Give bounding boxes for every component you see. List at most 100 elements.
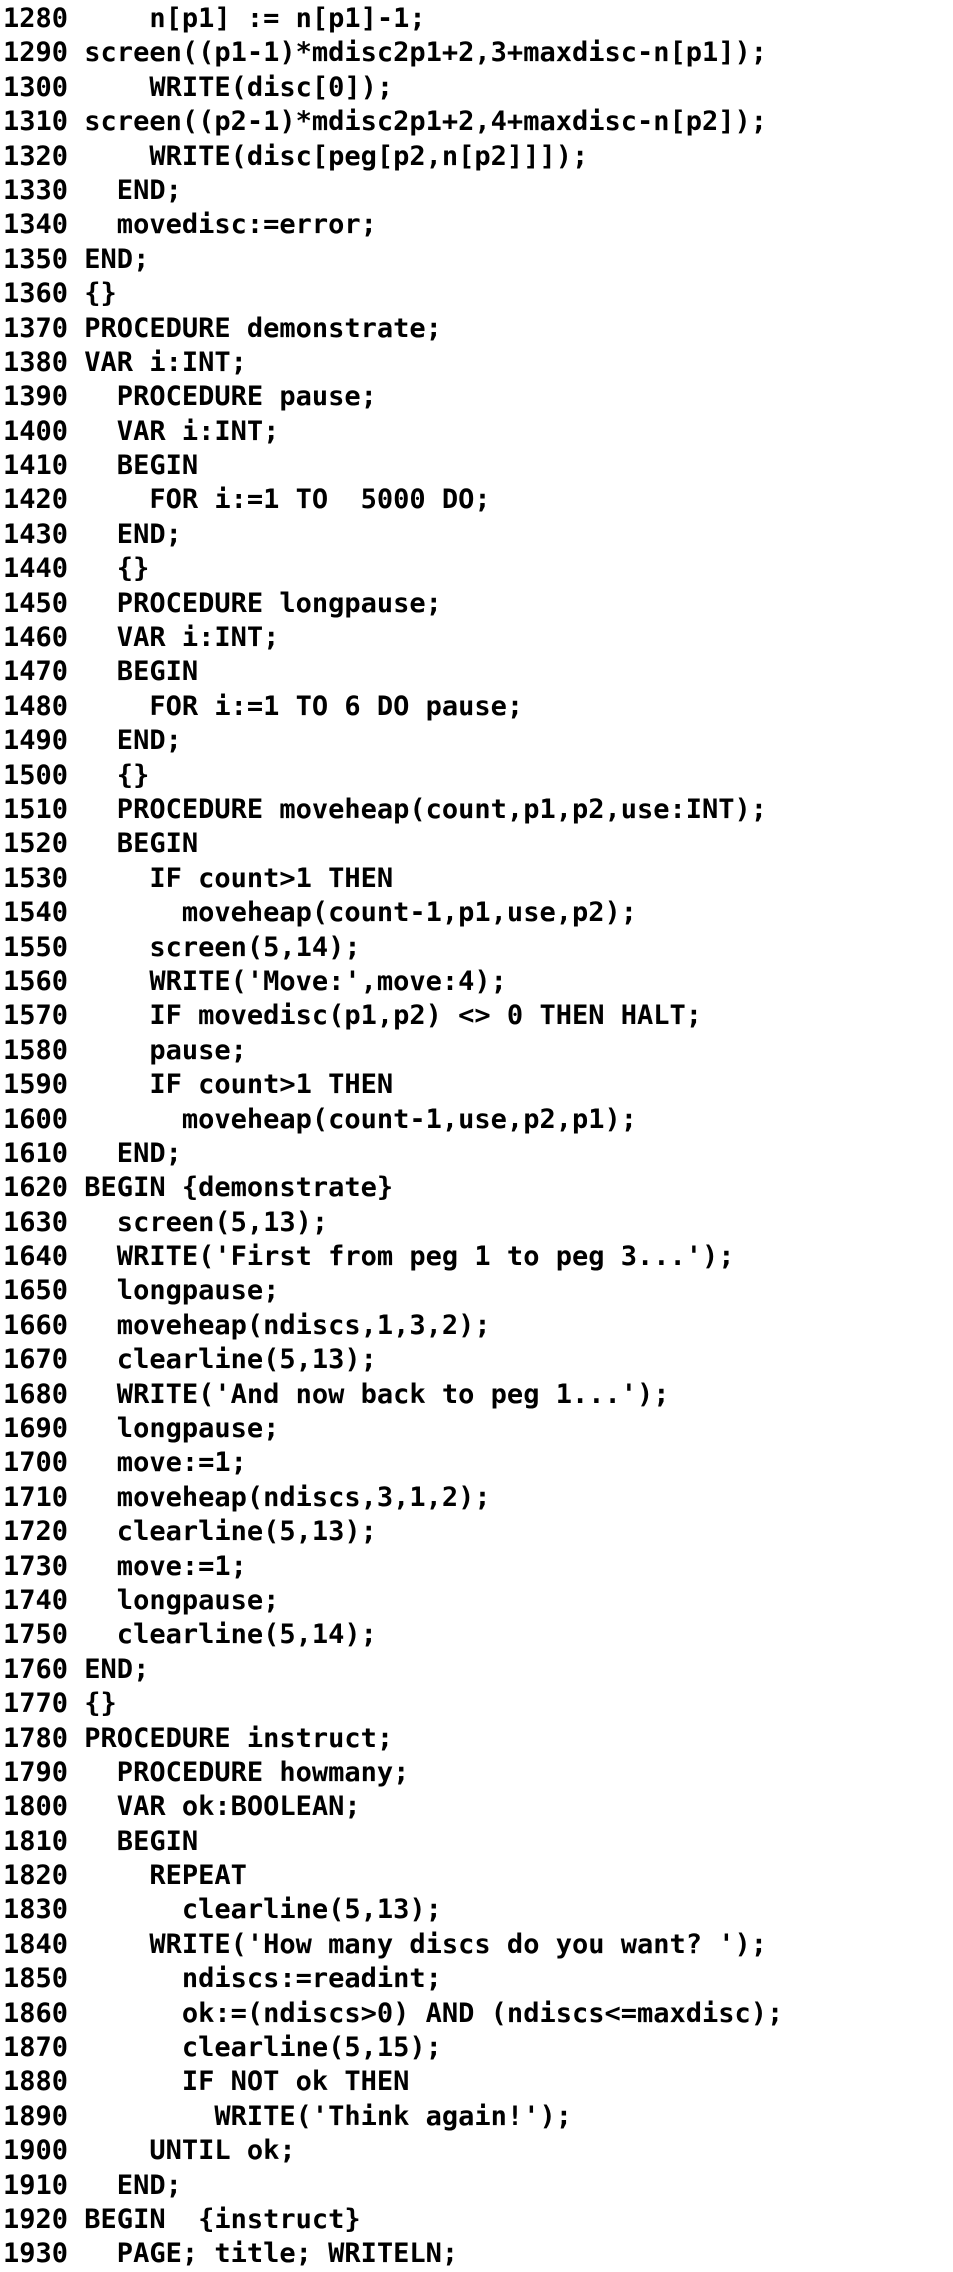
line-number: 1540 — [3, 897, 69, 929]
code-text: PROCEDURE pause; — [84, 381, 377, 413]
code-line: 1500 {} — [3, 759, 783, 793]
line-number: 1900 — [3, 2135, 69, 2167]
line-number: 1890 — [3, 2100, 69, 2132]
code-line: 1730 move:=1; — [3, 1550, 783, 1584]
code-text: longpause; — [84, 1584, 280, 1616]
code-text: longpause; — [84, 1413, 280, 1445]
line-number: 1310 — [3, 106, 69, 138]
code-text: END; — [84, 725, 182, 757]
code-line: 1490 END; — [3, 724, 783, 758]
code-line: 1460 VAR i:INT; — [3, 621, 783, 655]
line-number: 1680 — [3, 1378, 69, 1410]
code-line: 1740 longpause; — [3, 1584, 783, 1618]
code-line: 1450 PROCEDURE longpause; — [3, 587, 783, 621]
code-text: moveheap(ndiscs,3,1,2); — [84, 1481, 491, 1513]
code-line: 1710 moveheap(ndiscs,3,1,2); — [3, 1481, 783, 1515]
line-number: 1930 — [3, 2238, 69, 2270]
code-line: 1790 PROCEDURE howmany; — [3, 1756, 783, 1790]
code-line: 1860 ok:=(ndiscs>0) AND (ndiscs<=maxdisc… — [3, 1997, 783, 2031]
code-text: longpause; — [84, 1275, 280, 1307]
code-text: screen((p1-1)*mdisc2p1+2,3+maxdisc-n[p1]… — [84, 37, 768, 69]
code-text: screen((p2-1)*mdisc2p1+2,4+maxdisc-n[p2]… — [84, 106, 768, 138]
line-number: 1730 — [3, 1550, 69, 1582]
code-line: 1340 movedisc:=error; — [3, 208, 783, 242]
code-text: REPEAT — [84, 1860, 247, 1892]
code-line: 1720 clearline(5,13); — [3, 1515, 783, 1549]
listing-page: 1280 n[p1] := n[p1]-1; 1290 screen((p1-1)… — [0, 0, 953, 2269]
line-number: 1820 — [3, 1860, 69, 1892]
line-number: 1530 — [3, 862, 69, 894]
code-text: END; — [84, 174, 182, 206]
code-line: 1700 move:=1; — [3, 1446, 783, 1480]
line-number: 1620 — [3, 1172, 69, 1204]
code-line: 1580 pause; — [3, 1034, 783, 1068]
code-line: 1880 IF NOT ok THEN — [3, 2065, 783, 2099]
line-number: 1670 — [3, 1344, 69, 1376]
code-text: {} — [84, 759, 150, 791]
line-number: 1780 — [3, 1722, 69, 1754]
code-text: VAR i:INT; — [84, 415, 280, 447]
line-number: 1550 — [3, 931, 69, 963]
code-line: 1750 clearline(5,14); — [3, 1618, 783, 1652]
line-number: 1700 — [3, 1447, 69, 1479]
code-text: PROCEDURE moveheap(count,p1,p2,use:INT); — [84, 793, 768, 825]
line-number: 1750 — [3, 1619, 69, 1651]
line-number: 1840 — [3, 1928, 69, 1960]
code-text: move:=1; — [84, 1550, 247, 1582]
line-number: 1280 — [3, 3, 69, 34]
code-line: 1320 WRITE(disc[peg[p2,n[p2]]]); — [3, 140, 783, 174]
line-number: 1710 — [3, 1481, 69, 1513]
code-text: BEGIN — [84, 450, 199, 482]
code-text: PAGE; title; WRITELN; — [84, 2238, 459, 2270]
code-text: PROCEDURE howmany; — [84, 1756, 410, 1788]
code-text: ok:=(ndiscs>0) AND (ndiscs<=maxdisc); — [84, 1997, 784, 2029]
code-line: 1670 clearline(5,13); — [3, 1343, 783, 1377]
line-number: 1380 — [3, 346, 69, 378]
code-text: moveheap(ndiscs,1,3,2); — [84, 1309, 491, 1341]
code-line: 1380 VAR i:INT; — [3, 346, 783, 380]
line-number: 1740 — [3, 1584, 69, 1616]
code-line: 1360 {} — [3, 277, 783, 311]
code-text: WRITE('Think again!'); — [84, 2100, 572, 2132]
code-line: 1680 WRITE('And now back to peg 1...'); — [3, 1378, 783, 1412]
code-line: 1310 screen((p2-1)*mdisc2p1+2,4+maxdisc-… — [3, 105, 783, 139]
code-text: moveheap(count-1,use,p2,p1); — [84, 1103, 637, 1135]
code-text: move:=1; — [84, 1447, 247, 1479]
code-line: 1540 moveheap(count-1,p1,use,p2); — [3, 896, 783, 930]
line-number: 1610 — [3, 1137, 69, 1169]
code-line: 1420 FOR i:=1 TO 5000 DO; — [3, 483, 783, 517]
code-text: clearline(5,13); — [84, 1516, 377, 1548]
line-number: 1510 — [3, 793, 69, 825]
code-text: WRITE('How many discs do you want? '); — [84, 1928, 768, 1960]
code-line: 1630 screen(5,13); — [3, 1206, 783, 1240]
code-text: clearline(5,13); — [84, 1344, 377, 1376]
line-number: 1590 — [3, 1069, 69, 1101]
code-text: clearline(5,14); — [84, 1619, 377, 1651]
line-number: 1920 — [3, 2204, 69, 2235]
code-text: PROCEDURE demonstrate; — [84, 312, 442, 344]
code-line: 1800 VAR ok:BOOLEAN; — [3, 1790, 783, 1824]
line-number: 1560 — [3, 965, 69, 997]
code-text: WRITE('Move:',move:4); — [84, 965, 507, 997]
code-text: IF count>1 THEN — [84, 862, 394, 894]
line-number: 1810 — [3, 1825, 69, 1857]
line-number: 1600 — [3, 1103, 69, 1135]
line-number: 1500 — [3, 759, 69, 791]
line-number: 1450 — [3, 587, 69, 619]
code-text: {} — [84, 1688, 117, 1720]
line-number: 1480 — [3, 690, 69, 722]
line-number: 1360 — [3, 278, 69, 310]
line-number: 1630 — [3, 1206, 69, 1238]
code-text: END; — [84, 1653, 150, 1685]
line-number: 1650 — [3, 1275, 69, 1307]
code-text: clearline(5,15); — [84, 2032, 442, 2064]
code-text: screen(5,14); — [84, 931, 361, 963]
code-text: VAR ok:BOOLEAN; — [84, 1791, 361, 1823]
code-line: 1440 {} — [3, 552, 783, 586]
code-text: BEGIN {demonstrate} — [84, 1172, 394, 1204]
code-text: BEGIN — [84, 1825, 199, 1857]
code-text: pause; — [84, 1034, 247, 1066]
code-line: 1430 END; — [3, 518, 783, 552]
code-line: 1900 UNTIL ok; — [3, 2134, 783, 2168]
code-text: clearline(5,13); — [84, 1894, 442, 1926]
